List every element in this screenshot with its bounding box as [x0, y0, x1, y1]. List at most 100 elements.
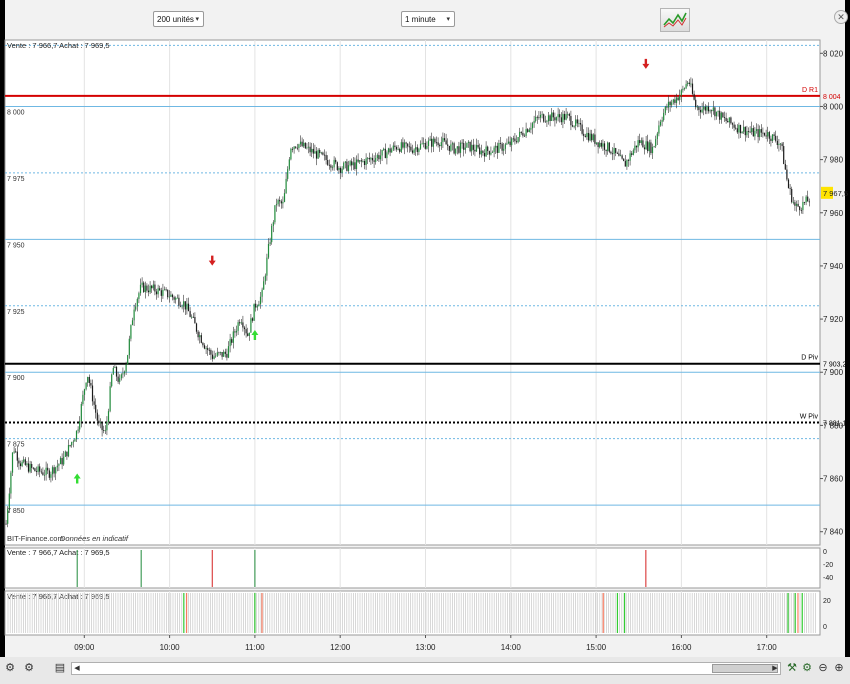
candle-body: [218, 352, 220, 354]
candle-body: [594, 134, 596, 144]
candle-body: [386, 152, 388, 159]
candle-body: [391, 149, 393, 153]
candle-body: [5, 523, 7, 525]
candle-body: [599, 142, 601, 148]
candle-body: [42, 472, 44, 475]
candle-body: [133, 309, 135, 321]
candle-body: [554, 117, 556, 121]
candle-body: [547, 115, 550, 122]
scroll-left-icon[interactable]: ◀: [72, 663, 82, 674]
candle-body: [731, 123, 734, 125]
candle-body: [800, 210, 802, 211]
candle-body: [491, 151, 494, 153]
candle-body: [74, 439, 76, 442]
candle-body: [469, 141, 471, 152]
pivot-line-name: D Piv: [801, 355, 818, 362]
candle-body: [578, 123, 580, 124]
candle-body: [66, 451, 68, 457]
candle-body: [555, 117, 558, 121]
current-price-label: 7 967,5: [823, 189, 848, 198]
candle-body: [383, 148, 385, 150]
candle-body: [131, 320, 134, 326]
y-axis-left-label: 7 875: [7, 442, 25, 449]
candle-body: [768, 132, 770, 139]
candle-body: [397, 149, 399, 150]
candle-body: [495, 145, 497, 148]
candle-body: [560, 117, 562, 123]
settings-icon[interactable]: ⚙: [800, 661, 814, 676]
candle-body: [144, 285, 146, 293]
time-scrollbar[interactable]: ◀ ▶: [71, 662, 781, 675]
candle-body: [136, 298, 138, 307]
candle-body: [475, 144, 478, 152]
candle-body: [808, 201, 810, 203]
candle-body: [719, 110, 721, 120]
candle-body: [461, 142, 463, 144]
candle-body: [677, 97, 679, 101]
candle-body: [741, 131, 743, 134]
sub1-tick-label: -40: [823, 575, 833, 582]
candle-body: [736, 128, 738, 133]
candle-body: [85, 382, 87, 390]
candle-body: [151, 285, 153, 289]
candle-body: [442, 138, 444, 143]
pivot-line-value: 8 004: [823, 94, 841, 101]
candle-body: [746, 131, 748, 136]
chart-settings-icon[interactable]: ⚒: [785, 661, 799, 676]
candle-body: [104, 430, 106, 432]
candle-body: [296, 147, 298, 149]
candle-body: [8, 493, 10, 510]
y-axis-tick-label: 7 840: [823, 528, 844, 537]
candle-body: [607, 142, 609, 152]
sub2-tick-label: 20: [823, 598, 831, 605]
candle-body: [792, 202, 794, 204]
candle-body: [584, 135, 586, 138]
pages-icon[interactable]: ⚙: [22, 661, 36, 676]
candle-body: [336, 162, 338, 170]
x-axis-tick-label: 09:00: [74, 643, 95, 652]
candle-body: [258, 304, 260, 307]
document-icon[interactable]: ▤: [53, 661, 67, 676]
candle-body: [760, 129, 762, 133]
candle-body: [379, 155, 382, 160]
candle-body: [245, 329, 247, 334]
candle-body: [338, 167, 340, 170]
zoom-in-icon[interactable]: ⊕: [832, 661, 846, 676]
candle-body: [311, 148, 313, 153]
candle-body: [299, 141, 302, 145]
candle-body: [384, 148, 386, 159]
candle-body: [749, 131, 751, 133]
candle-body: [797, 203, 799, 207]
candle-body: [232, 331, 234, 343]
candle-body: [24, 459, 26, 465]
candle-body: [645, 141, 647, 150]
scrollbar-thumb[interactable]: [712, 664, 778, 673]
candle-body: [802, 201, 804, 211]
candle-body: [480, 150, 482, 155]
candle-body: [426, 145, 428, 149]
candle-body: [203, 345, 206, 349]
candle-body: [463, 143, 465, 150]
candle-body: [616, 152, 618, 154]
candle-body: [624, 161, 626, 167]
candle-body: [83, 389, 86, 395]
zoom-out-icon[interactable]: ⊖: [816, 661, 830, 676]
candle-body: [235, 330, 238, 333]
candle-body: [757, 129, 759, 138]
candle-body: [79, 421, 81, 430]
y-axis-left-label: 7 850: [7, 508, 25, 515]
tools-icon[interactable]: ⚙: [3, 661, 17, 676]
candle-body: [280, 201, 282, 204]
candle-body: [197, 331, 199, 338]
candle-body: [730, 117, 732, 124]
app-window: 200 unités ▾ 1 minute ▾ ✕ D R1 8 004 D Piv…: [0, 0, 850, 684]
candle-body: [429, 138, 431, 141]
candle-body: [67, 445, 70, 457]
scroll-right-icon[interactable]: ▶: [770, 663, 780, 674]
candle-body: [618, 153, 620, 156]
candle-body: [431, 138, 433, 147]
candle-body: [29, 464, 31, 472]
candle-body: [304, 142, 306, 149]
candle-body: [488, 151, 490, 155]
candle-body: [315, 151, 318, 159]
